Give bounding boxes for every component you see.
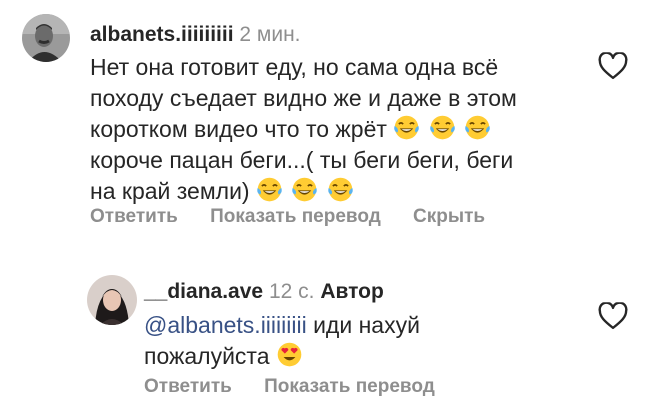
avatar[interactable] xyxy=(22,14,70,62)
heart-icon[interactable] xyxy=(598,52,628,80)
timestamp: 12 с. xyxy=(268,280,315,303)
comment-text-segment: иди нахуй xyxy=(306,312,420,338)
comment-albanets: albanets.iiiiiiiii 2 мин. Нет она готови… xyxy=(0,0,660,240)
heart-icon[interactable] xyxy=(598,302,628,330)
comment-text-segment: на край земли) xyxy=(90,178,250,204)
username[interactable]: albanets.iiiiiiiii xyxy=(90,23,234,46)
comment-text-line: походу съедает видно же и даже в этом xyxy=(90,85,517,111)
face-with-tears-of-joy-emoji xyxy=(429,114,456,141)
avatar[interactable] xyxy=(87,275,137,325)
reply-button[interactable]: Ответить xyxy=(144,376,232,397)
username[interactable]: __diana.ave xyxy=(144,280,263,303)
comment-diana-reply: __diana.ave 12 с. Автор @albanets.iiiiii… xyxy=(0,260,660,416)
reply-button[interactable]: Ответить xyxy=(90,206,178,227)
comment-header: __diana.ave 12 с. Автор xyxy=(144,280,384,304)
show-translation-button[interactable]: Показать перевод xyxy=(210,206,381,227)
comment-actions: Ответить Показать перевод xyxy=(144,376,462,398)
face-with-tears-of-joy-emoji xyxy=(327,176,354,203)
comment-text-line: на край земли) xyxy=(90,176,570,207)
mention-link[interactable]: @albanets.iiiiiiiii xyxy=(144,312,307,338)
comment-text-segment: коротком видео что то жрёт xyxy=(90,116,387,142)
face-with-tears-of-joy-emoji xyxy=(291,176,318,203)
comment-text-segment: пожалуйста xyxy=(144,343,270,369)
comment-text-line: Нет она готовит еду, но сама одна всё xyxy=(90,54,499,80)
face-with-tears-of-joy-emoji xyxy=(464,114,491,141)
smiling-face-with-heart-eyes-emoji xyxy=(276,341,303,368)
timestamp: 2 мин. xyxy=(239,23,301,46)
comment-text-line: @albanets.iiiiiiiii иди нахуй xyxy=(144,310,584,341)
show-translation-button[interactable]: Показать перевод xyxy=(264,376,435,397)
comment-header: albanets.iiiiiiiii 2 мин. xyxy=(90,23,301,47)
comment-text-line: коротком видео что то жрёт xyxy=(90,114,570,145)
face-with-tears-of-joy-emoji xyxy=(256,176,283,203)
face-with-tears-of-joy-emoji xyxy=(393,114,420,141)
hide-button[interactable]: Скрыть xyxy=(413,206,485,227)
comment-text-line: пожалуйста xyxy=(144,341,584,372)
comment-text: Нет она готовит еду, но сама одна всё по… xyxy=(90,52,570,207)
comment-text: @albanets.iiiiiiiii иди нахуй пожалуйста xyxy=(144,310,584,372)
comment-text-line: короче пацан беги...( ты беги беги, беги xyxy=(90,147,514,173)
author-badge: Автор xyxy=(320,280,384,303)
comment-actions: Ответить Показать перевод Скрыть xyxy=(90,206,512,228)
